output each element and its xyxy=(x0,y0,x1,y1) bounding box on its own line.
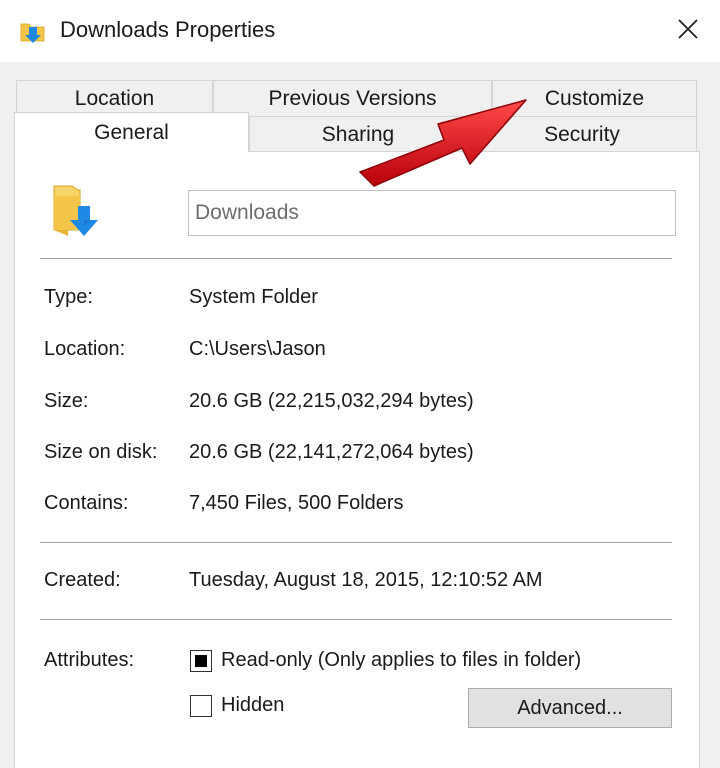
location-value: C:\Users\Jason xyxy=(189,338,326,360)
tab-previous-versions[interactable]: Previous Versions xyxy=(213,80,492,116)
hidden-checkbox[interactable] xyxy=(190,695,212,717)
created-label: Created: xyxy=(44,569,121,591)
properties-dialog: Downloads Properties Location Previous V… xyxy=(0,0,720,768)
size-on-disk-label: Size on disk: xyxy=(44,441,158,463)
created-value: Tuesday, August 18, 2015, 12:10:52 AM xyxy=(189,569,543,591)
tab-customize[interactable]: Customize xyxy=(492,80,697,116)
window-title: Downloads Properties xyxy=(60,17,276,42)
tab-label: Previous Versions xyxy=(268,86,437,110)
hidden-label[interactable]: Hidden xyxy=(221,694,284,717)
separator xyxy=(40,258,672,259)
downloads-folder-icon xyxy=(50,182,104,240)
tab-security[interactable]: Security xyxy=(467,116,697,152)
tab-label: Location xyxy=(74,86,155,110)
readonly-label[interactable]: Read-only (Only applies to files in fold… xyxy=(221,649,581,672)
tab-label: Customize xyxy=(544,86,645,110)
advanced-button[interactable]: Advanced... xyxy=(468,688,672,728)
folder-download-icon xyxy=(20,18,46,44)
size-label: Size: xyxy=(44,390,89,412)
location-label: Location: xyxy=(44,338,126,360)
title-bar[interactable]: Downloads Properties xyxy=(0,0,720,62)
contains-label: Contains: xyxy=(44,492,129,514)
type-value: System Folder xyxy=(189,286,318,308)
separator xyxy=(40,542,672,543)
contains-value: 7,450 Files, 500 Folders xyxy=(189,492,404,514)
separator xyxy=(40,619,672,620)
tab-label: Security xyxy=(544,122,620,146)
tab-location[interactable]: Location xyxy=(16,80,213,116)
tab-label: General xyxy=(94,120,169,144)
close-button[interactable] xyxy=(668,12,708,50)
size-value: 20.6 GB (22,215,032,294 bytes) xyxy=(189,390,474,412)
type-label: Type: xyxy=(44,286,93,308)
tab-sharing[interactable]: Sharing xyxy=(249,116,467,152)
folder-name-input[interactable] xyxy=(188,190,676,236)
readonly-checkbox[interactable] xyxy=(190,650,212,672)
attributes-label: Attributes: xyxy=(44,649,135,671)
tab-general[interactable]: General xyxy=(14,112,249,152)
tab-label: Sharing xyxy=(321,122,395,146)
close-icon xyxy=(677,18,699,45)
size-on-disk-value: 20.6 GB (22,141,272,064 bytes) xyxy=(189,441,474,463)
indeterminate-mark xyxy=(195,655,207,667)
